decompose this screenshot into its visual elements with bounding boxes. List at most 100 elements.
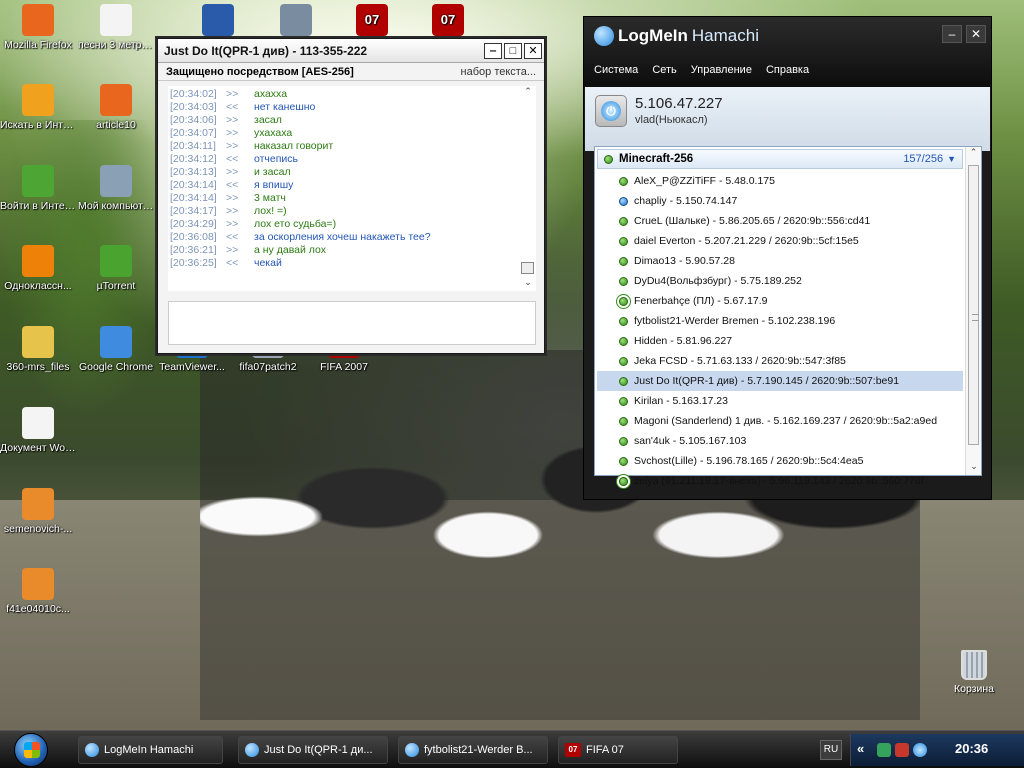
tray-expand-icon[interactable]: « [857,741,864,756]
maximize-button[interactable]: □ [504,42,522,59]
scroll-down-arrow-icon[interactable]: ⌄ [966,461,982,475]
peer-label: daiel Everton - 5.207.21.229 / 2620:9b::… [634,235,859,247]
scroll-thumb[interactable] [968,165,979,445]
chat-log[interactable]: [20:34:02] >> ахахха [20:34:03] << нет канешн… [168,86,520,291]
peer-item[interactable]: Dimao13 - 5.90.57.28 [597,251,963,271]
desktop-icon[interactable]: article10 [78,84,154,131]
desktop-icon[interactable]: f41e04010c... [0,568,76,615]
chat-window[interactable]: Just Do It(QPR-1 див) - 113-355-222 ‒ □ … [157,38,757,354]
desktop-icon[interactable]: Google Chrome [78,326,154,373]
desktop-icon-label: Google Chrome [78,361,154,373]
desktop-icon[interactable]: Mozilla Firefox [0,4,76,51]
peer-item[interactable]: san'4uk - 5.105.167.103 [597,431,963,451]
desktop-icon-label: Mozilla Firefox [4,39,72,51]
peer-status-icon [619,316,628,326]
identity-panel: ⏻ 5.106.47.227 vlad(Ньюкасл) [585,87,990,151]
peer-item[interactable]: Jeka FCSD - 5.71.63.133 / 2620:9b::547:3… [597,351,963,371]
firefox-icon [22,4,54,36]
desktop-icon[interactable]: semenovich-... [0,488,76,535]
odnoklassniki-icon [22,245,54,277]
start-button[interactable] [14,733,48,767]
scroll-up-arrow-icon[interactable]: ⌃ [520,86,536,100]
peer-status-icon [619,236,628,246]
message-time: [20:36:25] [170,257,217,269]
desktop-icon[interactable] [180,4,256,39]
desktop-icon[interactable]: Одноклассн... [0,245,76,292]
desktop-icon-label: FIFA 2007 [320,361,368,373]
peer-item[interactable]: DyDu4(Вольфзбург) - 5.75.189.252 [597,271,963,291]
peer-status-icon [619,176,628,186]
message-input[interactable] [168,301,536,345]
peer-item[interactable]: Fenerbahçe (ПЛ) - 5.67.17.9 [597,291,963,311]
message-text: отчепись [254,153,298,165]
hamachi-icon [85,743,99,757]
message-text: лох ето судьба=) [254,218,337,230]
clock[interactable]: 20:36 [955,741,988,756]
peer-item[interactable]: Hidden - 5.81.96.227 [597,331,963,351]
message-text: и засал [254,166,291,178]
desktop-icon[interactable]: Искать в Интернете [0,84,76,131]
menu-item[interactable]: Управление [691,64,752,76]
chevron-down-icon[interactable]: ▼ [947,154,956,164]
message-time: [20:36:08] [170,231,217,243]
peer-item[interactable]: daiel Everton - 5.207.21.229 / 2620:9b::… [597,231,963,251]
taskbar-button[interactable]: 07 FIFA 07 [558,736,678,764]
network-list[interactable]: Minecraft-256 157/256 ▼ AleX_P@ZZiTiFF -… [594,146,982,487]
taskbar-button[interactable]: Just Do It(QPR-1 ди... [238,736,388,764]
message-time: [20:34:12] [170,153,217,165]
security-tray-icon[interactable] [895,743,909,757]
chat-scrollbar[interactable]: ⌃ ⌄ [520,86,536,291]
peer-item[interactable]: zelya (91.211.19.17-внеха) - 5.96.119.14… [597,471,963,491]
folder-icon [22,326,54,358]
hamachi-tray-icon[interactable] [913,743,927,757]
peer-item[interactable]: AleX_P@ZZiTiFF - 5.48.0.175 [597,171,963,191]
peer-item[interactable]: fytbolist21-Werder Bremen - 5.102.238.19… [597,311,963,331]
desktop-icon[interactable] [258,4,334,39]
desktop-icon[interactable]: 360-mrs_files [0,326,76,373]
taskbar-button[interactable]: fytbolist21-Werder B... [398,736,548,764]
close-button[interactable]: ✕ [524,42,542,59]
peer-label: Just Do It(QPR-1 див) - 5.7.190.145 / 26… [634,375,900,387]
message-direction: << [226,153,239,165]
desktop-icon[interactable]: µTorrent [78,245,154,292]
network-scrollbar[interactable]: ⌃ ⌄ [965,147,981,475]
desktop-icon-label: 360-mrs_files [6,361,70,373]
menu-item[interactable]: Сеть [652,64,676,76]
peer-item[interactable]: Kirilan - 5.163.17.23 [597,391,963,411]
scroll-up-arrow-icon[interactable]: ⌃ [966,147,981,161]
taskbar-button[interactable]: LogMeIn Hamachi [78,736,223,764]
desktop-icon[interactable]: Документ WordPad (4) [0,407,76,454]
peer-label: AleX_P@ZZiTiFF - 5.48.0.175 [634,175,775,187]
peer-item[interactable]: Magoni (Sanderlend) 1 див. - 5.162.169.2… [597,411,963,431]
power-button[interactable]: ⏻ [595,95,627,127]
peer-item[interactable]: Just Do It(QPR-1 див) - 5.7.190.145 / 26… [597,371,963,391]
peer-label: Kirilan - 5.163.17.23 [634,395,728,407]
menu-item[interactable]: Справка [766,64,809,76]
minimize-button[interactable]: – [942,25,962,43]
network-tray-icon[interactable] [877,743,891,757]
peer-item[interactable]: chapliy - 5.150.74.147 [597,191,963,211]
minimize-button[interactable]: ‒ [484,42,502,59]
desktop-icon[interactable]: Мой компьютер [78,165,154,212]
recycle-bin[interactable]: Корзина [948,650,1000,695]
desktop-icon[interactable]: Войти в Интернет [0,165,76,212]
chat-titlebar[interactable]: Just Do It(QPR-1 див) - 113-355-222 ‒ □ … [158,39,757,71]
language-indicator[interactable]: RU [820,740,842,760]
desktop-icon[interactable]: песни 3 метра над уровне... [78,4,154,51]
desktop-icon[interactable]: 07 [334,4,410,39]
network-header[interactable]: Minecraft-256 157/256 ▼ [597,149,963,169]
scroll-down-arrow-icon[interactable]: ⌄ [520,277,536,291]
hamachi-window[interactable]: LogMeIn Hamachi – ✕ Система Сеть Управлени… [583,16,992,500]
peer-item[interactable]: CrueL (Шальке) - 5.86.205.65 / 2620:9b::… [597,211,963,231]
peer-item[interactable]: Svchost(Lille) - 5.196.78.165 / 2620:9b:… [597,451,963,471]
desktop-icon[interactable]: 07 [410,4,486,39]
scroll-thumb[interactable] [521,262,534,274]
chat-message: [20:36:08] << за оскорления хочеш накажеть… [168,231,520,244]
peer-label: Hidden - 5.81.96.227 [634,335,733,347]
peer-status-icon [619,336,628,346]
message-text: 3 матч [254,192,286,204]
close-button[interactable]: ✕ [966,25,986,43]
menu-item[interactable]: Система [594,64,638,76]
chat-security-bar: Защищено посредством [AES-256] набор тек… [158,63,544,81]
desktop-icon-label: fifa07patch2 [239,361,297,373]
